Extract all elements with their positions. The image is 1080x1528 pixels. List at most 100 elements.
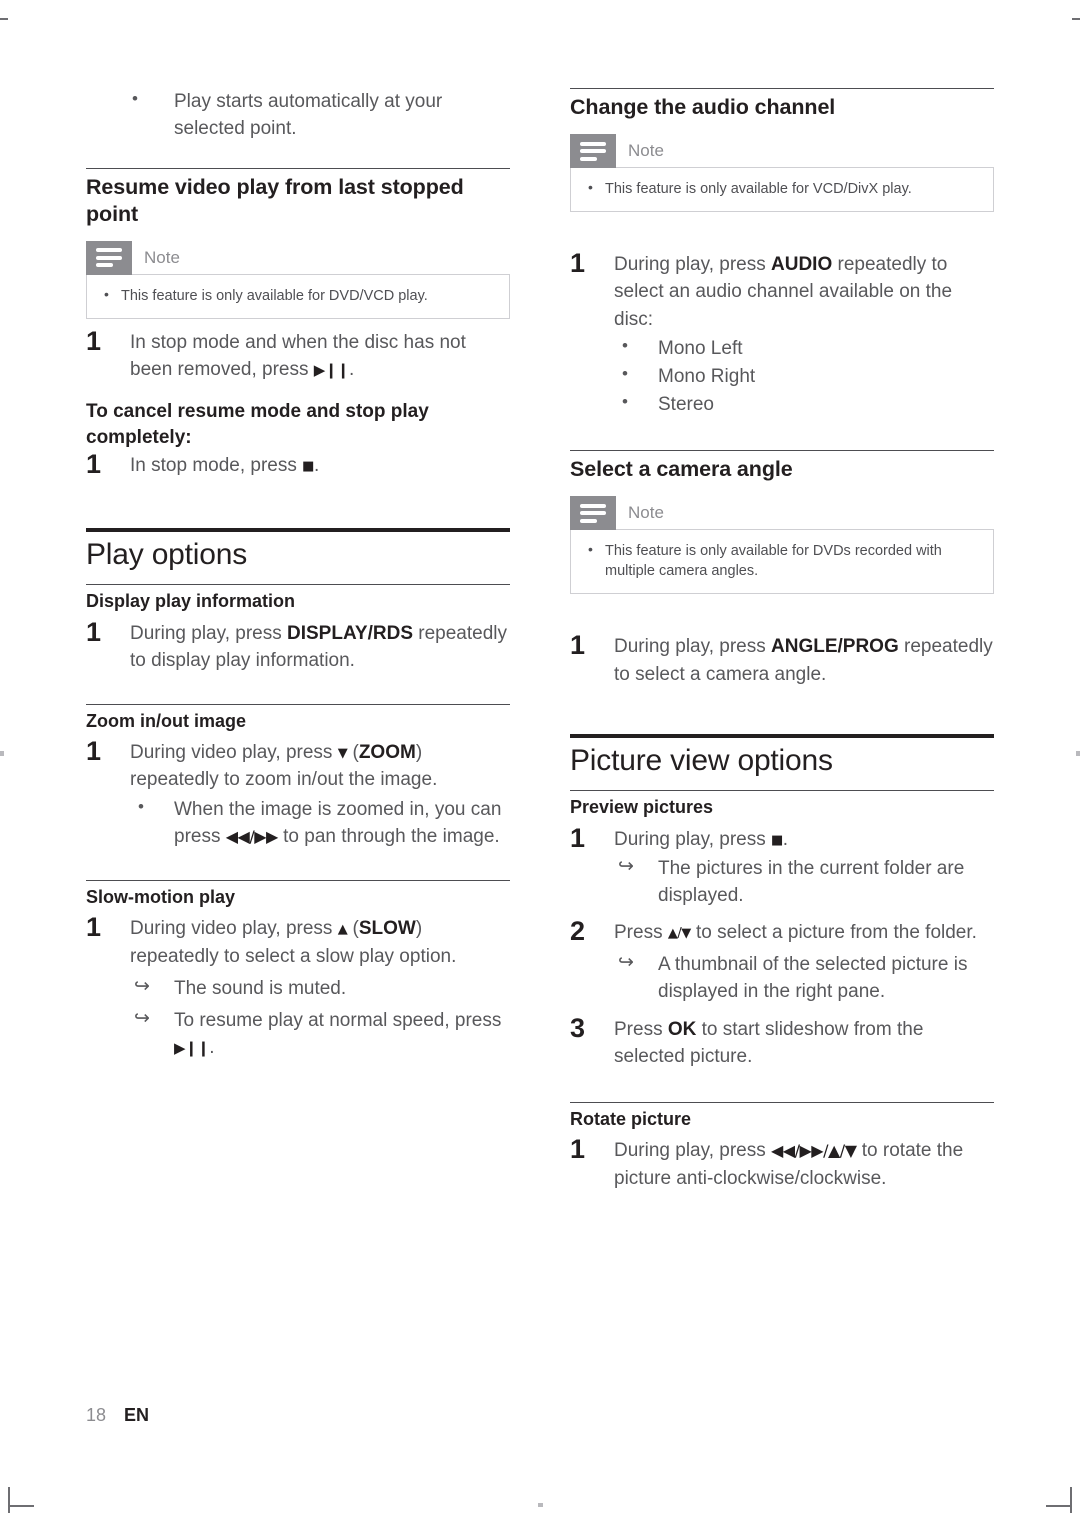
- preview-result-list: The pictures in the current folder are d…: [614, 853, 994, 909]
- step-item: 1 In stop mode, press ■.: [86, 449, 510, 479]
- crop-mark-right-mid: [1076, 751, 1080, 756]
- list-item: When the image is zoomed in, you can pre…: [130, 795, 510, 850]
- list-item: This feature is only available for DVD/V…: [99, 285, 497, 306]
- step-item: 3 Press OK to start slideshow from the s…: [570, 1013, 994, 1070]
- step-number: 2: [570, 916, 586, 947]
- step-text-end: .: [782, 828, 789, 850]
- crop-mark-bottom-mid: [538, 1503, 543, 1507]
- arrow-down-icon: ▼: [337, 746, 348, 762]
- key-label: ZOOM: [358, 742, 416, 764]
- steps-resume: 1 In stop mode and when the disc has not…: [86, 326, 510, 383]
- crop-mark-bottom-left-vertical: [8, 1487, 10, 1513]
- section-divider: [570, 1101, 994, 1103]
- list-item: The sound is muted.: [130, 973, 510, 1002]
- step-text: During video play, press: [130, 918, 333, 940]
- steps-display-info: 1 During play, press DISPLAY/RDS repeate…: [86, 617, 510, 674]
- crop-mark-bottom-right-horizontal: [1046, 1505, 1072, 1507]
- section-play-options: Play options Display play information 1 …: [86, 527, 510, 1062]
- note-box-audio-channel: Note This feature is only available for …: [570, 134, 994, 213]
- zoom-substep-list: When the image is zoomed in, you can pre…: [130, 795, 510, 850]
- steps-audio-channel: 1 During play, press AUDIO repeatedly to…: [570, 248, 994, 418]
- list-item: Stereo: [614, 390, 994, 418]
- subsection-heading-preview-pictures: Preview pictures: [570, 797, 714, 818]
- audio-options-list: Mono Left Mono Right Stereo: [614, 334, 994, 418]
- left-column: Play starts automatically at your select…: [86, 87, 510, 1062]
- section-divider: [86, 168, 510, 170]
- list-item: Play starts automatically at your select…: [86, 87, 510, 142]
- step-text-end: repeatedly to select a slow play option.: [130, 945, 457, 967]
- section-divider: [570, 790, 994, 792]
- step-text-end: to select a picture from the folder.: [696, 922, 977, 944]
- section-divider: [86, 703, 510, 705]
- step-text: In stop mode and when the disc has not b…: [130, 331, 466, 380]
- step-number: 1: [86, 325, 102, 356]
- step-text: During play, press: [614, 1140, 766, 1162]
- page-footer: 18 EN: [86, 1405, 149, 1426]
- list-item: Mono Left: [614, 334, 994, 362]
- list-item: Mono Right: [614, 362, 994, 390]
- step-item: 1 During video play, press ▼ (ZOOM) repe…: [86, 736, 510, 850]
- steps-zoom-image: 1 During video play, press ▼ (ZOOM) repe…: [86, 736, 510, 850]
- subsection-heading-rotate-picture: Rotate picture: [570, 1108, 692, 1129]
- note-body: This feature is only available for DVD/V…: [86, 273, 510, 319]
- section-divider: [570, 450, 994, 452]
- key-label: DISPLAY/RDS: [287, 622, 413, 644]
- note-body: This feature is only available for DVDs …: [570, 529, 994, 595]
- steps-slow-motion: 1 During video play, press ▲ (SLOW) repe…: [86, 912, 510, 1061]
- step-text: Press: [614, 1018, 663, 1040]
- play-pause-icon: ▶❙❙: [174, 1039, 210, 1058]
- step-item: 1 During play, press AUDIO repeatedly to…: [570, 248, 994, 418]
- step-item: 1 During play, press DISPLAY/RDS repeate…: [86, 617, 510, 674]
- step-number: 1: [86, 736, 102, 767]
- subsection-heading-display-play-information: Display play information: [86, 591, 296, 611]
- section-divider: [86, 879, 510, 881]
- list-item: A thumbnail of the selected picture is d…: [614, 949, 994, 1005]
- result-text: To resume play at normal speed, press: [174, 1009, 502, 1031]
- step-text: During play, press: [614, 828, 766, 850]
- note-header: Note: [570, 134, 994, 169]
- crop-mark-top-left: [0, 18, 8, 20]
- page-title-picture-view-options: Picture view options: [570, 743, 833, 777]
- substep-text-end: to pan through the image.: [283, 825, 500, 847]
- crop-mark-top-right: [1072, 18, 1080, 20]
- crop-mark-bottom-right-vertical: [1070, 1487, 1072, 1513]
- play-pause-icon: ▶❙❙: [313, 360, 350, 379]
- subsection-heading-slow-motion-play: Slow-motion play: [86, 886, 236, 907]
- note-header: Note: [570, 496, 994, 531]
- step-number: 1: [570, 822, 586, 853]
- step-item: 1 During video play, press ▲ (SLOW) repe…: [86, 912, 510, 1061]
- step-number: 1: [86, 449, 102, 480]
- step-number: 1: [86, 912, 102, 943]
- section-change-audio-channel: Change the audio channel Note This featu…: [570, 88, 994, 418]
- step-number: 1: [570, 630, 586, 661]
- step-item: 2 Press ▲/▼ to select a picture from the…: [570, 916, 994, 1005]
- step-text: During play, press: [130, 622, 282, 644]
- section-heading-camera-angle: Select a camera angle: [570, 457, 793, 482]
- note-lines-icon: [570, 496, 616, 531]
- step-text: In stop mode, press: [130, 455, 297, 477]
- step-text: During play, press: [614, 254, 766, 276]
- stop-icon: ■: [771, 832, 783, 848]
- note-lines-icon: [570, 134, 616, 169]
- step-number: 1: [570, 248, 586, 279]
- page-title-play-options: Play options: [86, 537, 248, 571]
- language-code: EN: [124, 1405, 150, 1425]
- note-header: Note: [86, 240, 510, 275]
- list-item: The pictures in the current folder are d…: [614, 853, 994, 909]
- list-item: This feature is only available for VCD/D…: [583, 178, 981, 199]
- steps-preview-pictures: 1 During play, press ■. The pictures in …: [570, 823, 994, 1070]
- note-title: Note: [144, 247, 180, 267]
- result-text-end: .: [209, 1037, 215, 1059]
- step-item: 1 During play, press ANGLE/PROG repeated…: [570, 630, 994, 687]
- select-picture-result-list: A thumbnail of the selected picture is d…: [614, 949, 994, 1005]
- section-picture-view-options: Picture view options Preview pictures 1 …: [570, 733, 994, 1192]
- step-text: During play, press: [614, 636, 766, 658]
- note-lines-icon: [86, 240, 132, 275]
- cancel-resume-heading: To cancel resume mode and stop play comp…: [86, 401, 429, 448]
- list-item: To resume play at normal speed, press ▶❙…: [130, 1005, 510, 1061]
- step-number: 1: [86, 616, 102, 647]
- page-number: 18: [86, 1405, 107, 1425]
- key-label: ANGLE/PROG: [771, 636, 899, 658]
- section-heading-audio-channel: Change the audio channel: [570, 95, 836, 119]
- note-title: Note: [628, 141, 664, 161]
